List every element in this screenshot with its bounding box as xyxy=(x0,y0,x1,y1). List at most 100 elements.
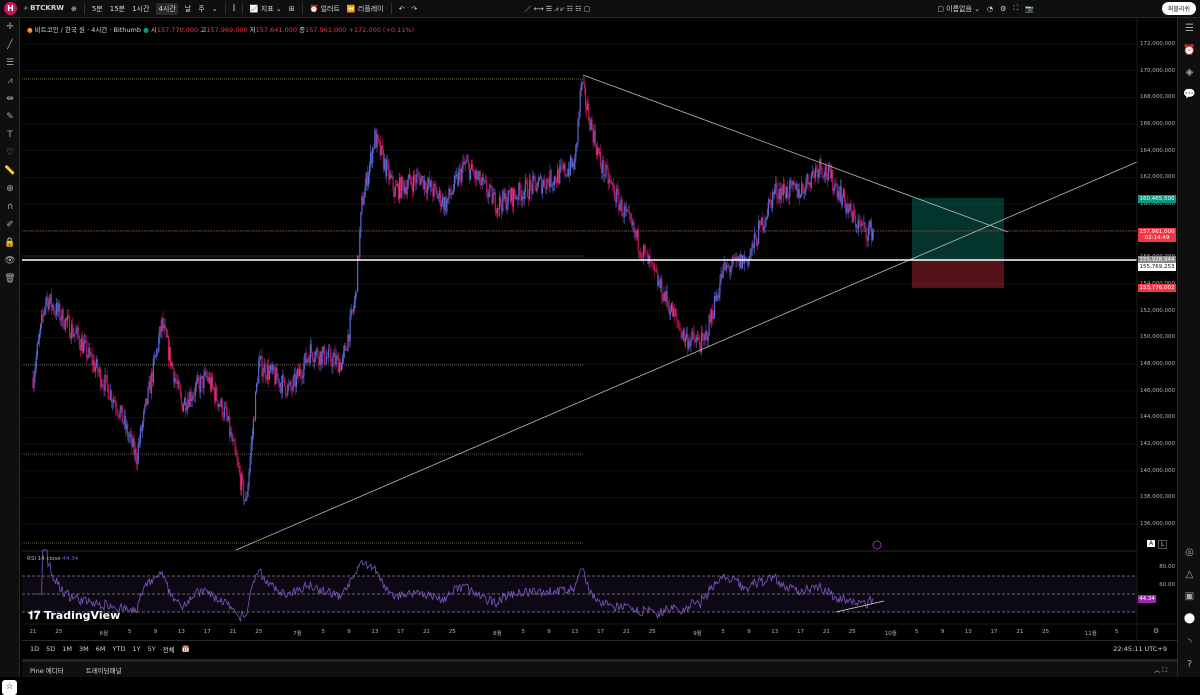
candle-body xyxy=(382,150,385,170)
candle-body xyxy=(157,349,159,352)
candle-body xyxy=(472,164,474,172)
candle-body xyxy=(316,349,318,352)
clock[interactable]: 22:45:11 UTC+9 xyxy=(1113,645,1167,653)
price-tick: 166,000,000 xyxy=(1140,121,1175,127)
candle-body xyxy=(555,181,558,183)
candle-body xyxy=(118,415,120,418)
candle-body xyxy=(864,222,866,229)
panel-controls[interactable]: ︿ ⛶ xyxy=(1154,664,1167,675)
candle-body xyxy=(115,402,117,408)
candle-body xyxy=(643,245,645,257)
candle-body xyxy=(549,170,551,188)
candle-body xyxy=(698,340,701,347)
candle-body xyxy=(545,187,547,190)
candle-body xyxy=(550,170,552,187)
candle-body xyxy=(432,191,434,197)
range-1d[interactable]: 1D xyxy=(30,645,39,653)
candle-body xyxy=(507,190,509,205)
candle-body xyxy=(527,197,530,199)
candle-body xyxy=(125,424,128,430)
candle-body xyxy=(202,375,204,389)
candle-body xyxy=(754,233,756,238)
range-3m[interactable]: 3M xyxy=(79,645,89,653)
candle-body xyxy=(412,174,415,192)
price-chart[interactable] xyxy=(0,0,1200,677)
candle-body xyxy=(826,176,829,180)
tab-pine-editor[interactable]: Pine 에디터 xyxy=(30,665,64,675)
candle-body xyxy=(197,377,200,382)
candle-body xyxy=(80,338,82,351)
candle-body xyxy=(153,357,156,359)
candle-body xyxy=(150,372,152,394)
candle-body xyxy=(372,147,374,164)
candle-body xyxy=(554,176,557,182)
candle-body xyxy=(264,364,266,378)
candle-body xyxy=(785,186,788,199)
candle-body xyxy=(47,297,49,310)
candle-body xyxy=(537,180,539,188)
candle-body xyxy=(148,381,150,388)
candle-body xyxy=(625,209,627,212)
candle-body xyxy=(450,194,452,196)
candle-body xyxy=(419,177,421,185)
candle-body xyxy=(179,388,181,395)
time-tick: 9 xyxy=(153,629,158,635)
range-all[interactable]: 전체 xyxy=(163,644,175,654)
candle-body xyxy=(120,405,122,410)
candle-body xyxy=(357,255,359,293)
favorites-star-icon[interactable]: ☆ xyxy=(2,680,17,695)
range-1y[interactable]: 1Y xyxy=(132,645,140,653)
range-ytd[interactable]: YTD xyxy=(113,645,126,653)
range-1m[interactable]: 1M xyxy=(62,645,72,653)
candle-body xyxy=(560,165,562,167)
candle-body xyxy=(310,344,313,353)
candle-body xyxy=(254,391,257,421)
candle-body xyxy=(825,166,827,177)
candle-body xyxy=(308,357,310,364)
candle-body xyxy=(156,349,158,356)
last-price-tag: 157,961,000 02:14:49 xyxy=(1138,228,1176,242)
candle-body xyxy=(640,256,643,258)
candle-body xyxy=(302,376,304,379)
candle-body xyxy=(581,82,583,85)
candle-body xyxy=(471,164,473,169)
tab-trading-panel[interactable]: 트레이딩패널 xyxy=(86,665,122,675)
candle-body xyxy=(167,336,170,360)
candle-body xyxy=(177,380,179,384)
rsi-value: 44.34 xyxy=(62,556,79,562)
candle-body xyxy=(512,188,515,207)
tradingview-logo[interactable]: 𝟏𝟕 TradingView xyxy=(28,609,120,623)
candle-body xyxy=(520,191,522,201)
candle-body xyxy=(146,398,148,405)
range-6m[interactable]: 6M xyxy=(96,645,106,653)
candle-body xyxy=(651,261,653,264)
candle-body xyxy=(247,484,249,497)
axis-settings-icon[interactable]: ⚙ xyxy=(1153,627,1159,635)
candle-body xyxy=(761,217,763,226)
candle-body xyxy=(465,161,467,163)
goto-date-icon[interactable]: 📅 xyxy=(182,645,190,653)
auto-scale-button[interactable]: A xyxy=(1147,540,1156,547)
candle-body xyxy=(282,375,285,378)
time-tick: 25 xyxy=(255,629,263,635)
candle-body xyxy=(311,352,314,360)
candle-body xyxy=(209,377,211,390)
candle-body xyxy=(475,170,477,179)
candle-body xyxy=(299,368,301,377)
log-scale-button[interactable]: L xyxy=(1158,540,1168,549)
candle-body xyxy=(345,345,347,351)
candle-body xyxy=(375,130,377,148)
candle-body xyxy=(71,324,73,339)
long-position-profit-zone xyxy=(912,198,1004,260)
price-tick: 138,000,000 xyxy=(1140,494,1175,501)
candle-body xyxy=(480,183,482,186)
rsi-level-80: 80.00 xyxy=(1159,564,1175,570)
range-5d[interactable]: 5D xyxy=(46,645,55,653)
candle-body xyxy=(320,351,322,364)
range-5y[interactable]: 5Y xyxy=(148,645,156,653)
time-tick: 9 xyxy=(547,629,551,635)
candle-body xyxy=(715,296,717,301)
candle-body xyxy=(836,184,838,198)
candle-body xyxy=(860,220,862,227)
candle-body xyxy=(100,368,102,387)
